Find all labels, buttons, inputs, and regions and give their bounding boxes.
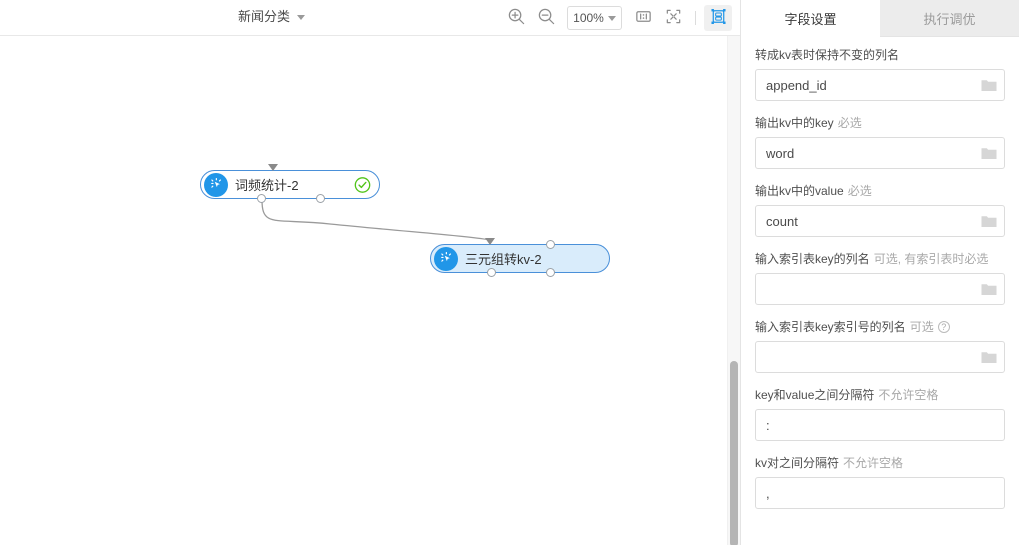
field-label: 转成kv表时保持不变的列名 [755,47,1005,63]
field-index-table-key-column: 输入索引表key的列名 可选, 有索引表时必选 [755,251,1005,305]
settings-panel: 字段设置 执行调优 转成kv表时保持不变的列名 append_id 输出kv中的… [740,0,1019,545]
toolbar-divider [695,11,696,25]
canvas-toolbar: 新闻分类 100% [0,0,740,36]
node-input-arrow [485,238,495,245]
field-output-kv-key: 输出kv中的key 必选 [755,115,1005,169]
fit-width-icon [634,7,653,29]
input-wrap [755,69,1005,101]
field-hint: 不允许空格 [843,456,904,470]
canvas-scrollbar-thumb[interactable] [730,361,738,545]
node-input-port[interactable] [546,240,555,249]
field-label: 输入索引表key的列名 可选, 有索引表时必选 [755,251,1005,267]
field-hint: 必选 [847,184,872,198]
node-label: 三元组转kv-2 [465,252,542,267]
node-output-port[interactable] [546,268,555,277]
field-hint: 可选 [909,320,934,334]
zoom-level-dropdown[interactable]: 100% [567,6,622,30]
field-key-value-separator: key和value之间分隔符 不允许空格 [755,387,1005,441]
select-mode-icon [709,7,728,29]
toolbar-button-group: 100% [502,0,732,36]
field-label-text: key和value之间分隔符 [755,388,875,402]
field-label: 输出kv中的key 必选 [755,115,1005,131]
field-label-text: 输入索引表key的列名 [755,252,870,266]
field-label-text: 输入索引表key索引号的列名 [755,320,906,334]
node-label: 词频统计-2 [235,178,299,193]
index-table-key-index-column-input[interactable] [755,341,1005,373]
field-label-text: kv对之间分隔符 [755,456,840,470]
folder-icon[interactable] [981,146,997,160]
input-wrap [755,137,1005,169]
settings-panel-tabs: 字段设置 执行调优 [741,0,1019,37]
input-wrap [755,477,1005,509]
fit-width-button[interactable] [629,5,657,31]
workflow-node-word-frequency[interactable]: 词频统计-2 [200,170,380,199]
input-wrap [755,205,1005,237]
edge-path [261,199,491,241]
field-index-table-key-index-column: 输入索引表key索引号的列名 可选 ? [755,319,1005,373]
chevron-down-icon [607,16,616,21]
folder-icon[interactable] [981,214,997,228]
field-keep-unchanged-columns: 转成kv表时保持不变的列名 [755,47,1005,101]
chevron-down-icon [297,15,306,20]
kv-pair-separator-input[interactable] [755,477,1005,509]
keep-unchanged-columns-input[interactable] [755,69,1005,101]
folder-icon[interactable] [981,78,997,92]
connector-layer [261,199,491,241]
zoom-in-icon [507,7,526,29]
folder-icon[interactable] [981,350,997,364]
field-hint: 不允许空格 [878,388,939,402]
zoom-out-icon [537,7,556,29]
zoom-out-button[interactable] [532,5,560,31]
node-type-icon [204,172,228,197]
help-icon[interactable]: ? [937,321,950,333]
input-wrap [755,409,1005,441]
field-label: kv对之间分隔符 不允许空格 [755,455,1005,471]
zoom-level-value: 100% [573,11,604,25]
output-kv-value-input[interactable] [755,205,1005,237]
node-output-port[interactable] [257,194,266,203]
field-hint: 可选, 有索引表时必选 [873,252,989,266]
canvas-vertical-scrollbar[interactable] [727,36,740,545]
field-output-kv-value: 输出kv中的value 必选 [755,183,1005,237]
workflow-node-triple-to-kv[interactable]: 三元组转kv-2 [430,244,610,273]
output-kv-key-input[interactable] [755,137,1005,169]
folder-icon[interactable] [981,282,997,296]
node-output-port[interactable] [316,194,325,203]
tab-field-settings[interactable]: 字段设置 [741,0,880,37]
document-name-dropdown[interactable]: 新闻分类 [238,8,306,26]
app-root: 新闻分类 100% 词频统计-2 三元组转kv-2 字段设置 执行调优 转成kv… [0,0,1019,545]
node-status-success-icon [354,176,371,193]
index-table-key-column-input[interactable] [755,273,1005,305]
fit-screen-icon [664,7,683,29]
tab-execution-tuning[interactable]: 执行调优 [880,0,1019,37]
field-label-text: 输出kv中的key [755,116,834,130]
node-output-port[interactable] [487,268,496,277]
input-wrap [755,341,1005,373]
document-name-label: 新闻分类 [238,9,291,24]
fit-screen-button[interactable] [659,5,687,31]
workflow-canvas-pane: 新闻分类 100% 词频统计-2 三元组转kv-2 [0,0,740,545]
key-value-separator-input[interactable] [755,409,1005,441]
node-input-arrow [268,164,278,171]
zoom-in-button[interactable] [502,5,530,31]
field-label-text: 输出kv中的value [755,184,844,198]
field-label: 输入索引表key索引号的列名 可选 ? [755,319,1005,335]
field-label: 输出kv中的value 必选 [755,183,1005,199]
field-kv-pair-separator: kv对之间分隔符 不允许空格 [755,455,1005,509]
field-label: key和value之间分隔符 不允许空格 [755,387,1005,403]
field-label-text: 转成kv表时保持不变的列名 [755,48,900,62]
settings-panel-body: 转成kv表时保持不变的列名 输出kv中的key 必选 [741,37,1019,509]
field-hint: 必选 [837,116,862,130]
select-mode-button[interactable] [704,5,732,31]
input-wrap [755,273,1005,305]
node-type-icon [434,246,458,271]
